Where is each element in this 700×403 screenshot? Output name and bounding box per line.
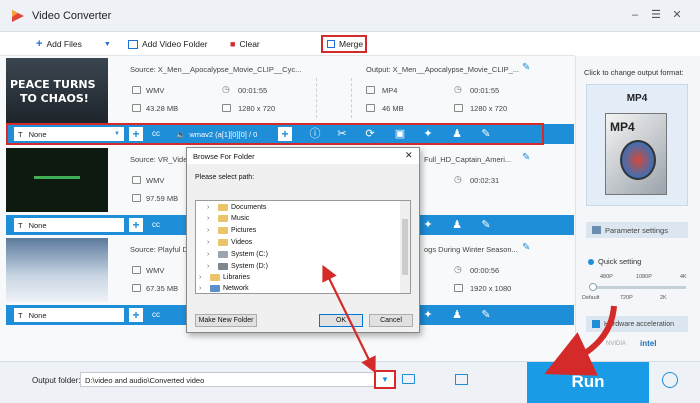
- annotation-curved-arrow: [544, 305, 617, 376]
- annotation-arrow-down: [325, 271, 376, 374]
- annotation-arrows: [322, 264, 617, 376]
